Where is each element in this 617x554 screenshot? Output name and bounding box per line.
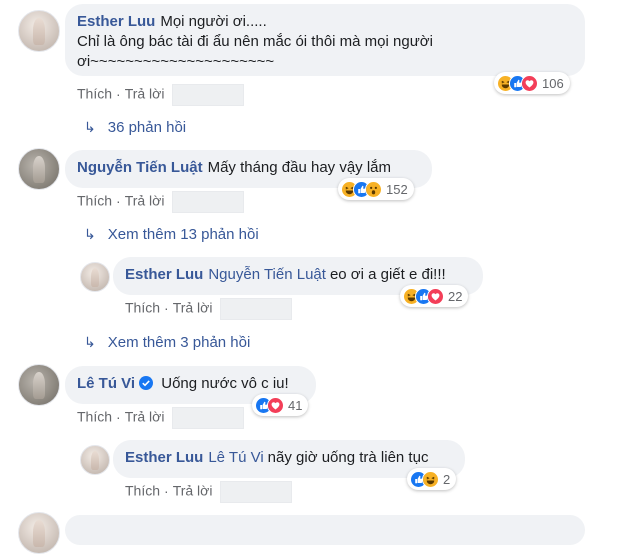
comment-actions: Thích · Trả lời — [77, 191, 245, 213]
like-link[interactable]: Thích — [77, 86, 112, 102]
comment-text: Chỉ là ông bác tài đi ẩu nên mắc ói thôi… — [77, 33, 433, 50]
reply-link[interactable]: Trả lời — [125, 409, 165, 425]
mention-tag[interactable]: Nguyễn Tiến Luật — [208, 266, 326, 283]
like-link[interactable]: Thích — [125, 483, 160, 499]
reply-text: eo ơi a giết e đi!!! — [329, 266, 446, 283]
comment-actions: Thích · Trả lời — [77, 84, 245, 106]
avatar-le-tu-vi[interactable] — [18, 364, 60, 406]
reaction-count: 106 — [542, 75, 564, 91]
comment-text: Uống nước vô c iu! — [161, 375, 289, 392]
reply-arrow-icon: ↳ — [84, 334, 96, 350]
comment-author[interactable]: Esther Luu — [77, 13, 155, 30]
reply-link[interactable]: Trả lời — [125, 193, 165, 209]
avatar-nguyen-tien-luat[interactable] — [18, 148, 60, 190]
redacted-timestamp — [220, 298, 293, 320]
love-react-icon — [521, 74, 538, 92]
comment-author[interactable]: Nguyễn Tiến Luật — [77, 159, 203, 176]
wow-react-icon — [365, 180, 382, 198]
verified-badge-icon — [139, 376, 154, 390]
haha-react-icon — [422, 470, 439, 488]
redacted-timestamp — [172, 191, 245, 213]
comment-text: Mọi người ơi..... — [160, 13, 267, 30]
reply-link[interactable]: Trả lời — [125, 86, 165, 102]
redacted-timestamp — [220, 481, 293, 503]
reply-arrow-icon: ↳ — [84, 119, 96, 135]
reaction-count: 41 — [288, 397, 303, 413]
comment-bubble: Esther Luu Mọi người ơi..... Chỉ là ông b… — [65, 4, 585, 76]
like-link[interactable]: Thích — [125, 300, 160, 316]
reaction-summary[interactable]: 22 — [400, 285, 469, 307]
reaction-summary[interactable]: 106 — [494, 72, 570, 94]
comment-bubble-partial — [65, 515, 585, 545]
love-react-icon — [427, 287, 444, 305]
comment-author[interactable]: Lê Tú Vi — [77, 375, 135, 392]
redacted-timestamp — [172, 407, 245, 429]
comment-actions: Thích · Trả lời — [77, 407, 245, 429]
reaction-count: 2 — [443, 471, 451, 487]
reply-text: nãy giờ uống trà liên tục — [267, 449, 429, 466]
reaction-count: 152 — [386, 181, 408, 197]
like-link[interactable]: Thích — [77, 409, 112, 425]
like-link[interactable]: Thích — [77, 193, 112, 209]
mention-tag[interactable]: Lê Tú Vi — [208, 449, 263, 466]
reply-author[interactable]: Esther Luu — [125, 266, 203, 283]
reply-author[interactable]: Esther Luu — [125, 449, 203, 466]
view-replies-link[interactable]: ↳ 36 phản hồi — [84, 119, 186, 136]
reply-actions: Thích · Trả lời — [125, 298, 293, 320]
comment-text: Mấy tháng đầu hay vậy lắm — [207, 159, 392, 176]
view-more-replies-link[interactable]: ↳ Xem thêm 13 phản hồi — [84, 226, 259, 243]
reaction-count: 22 — [448, 288, 463, 304]
reaction-summary[interactable]: 2 — [407, 468, 457, 490]
reply-actions: Thích · Trả lời — [125, 481, 293, 503]
reply-link[interactable]: Trả lời — [173, 483, 213, 499]
reaction-summary[interactable]: 41 — [252, 394, 309, 416]
avatar-esther-luu[interactable] — [80, 445, 110, 475]
redacted-timestamp — [172, 84, 245, 106]
avatar-esther-luu[interactable] — [80, 262, 110, 292]
avatar-esther-luu[interactable] — [18, 10, 60, 52]
love-react-icon — [267, 396, 284, 414]
avatar-next-comment[interactable] — [18, 512, 60, 554]
reply-link[interactable]: Trả lời — [173, 300, 213, 316]
reply-arrow-icon: ↳ — [84, 226, 96, 242]
view-more-replies-link[interactable]: ↳ Xem thêm 3 phản hồi — [84, 334, 250, 351]
reaction-summary[interactable]: 152 — [338, 178, 414, 200]
comment-text: ơi~~~~~~~~~~~~~~~~~~~~~ — [77, 53, 275, 70]
